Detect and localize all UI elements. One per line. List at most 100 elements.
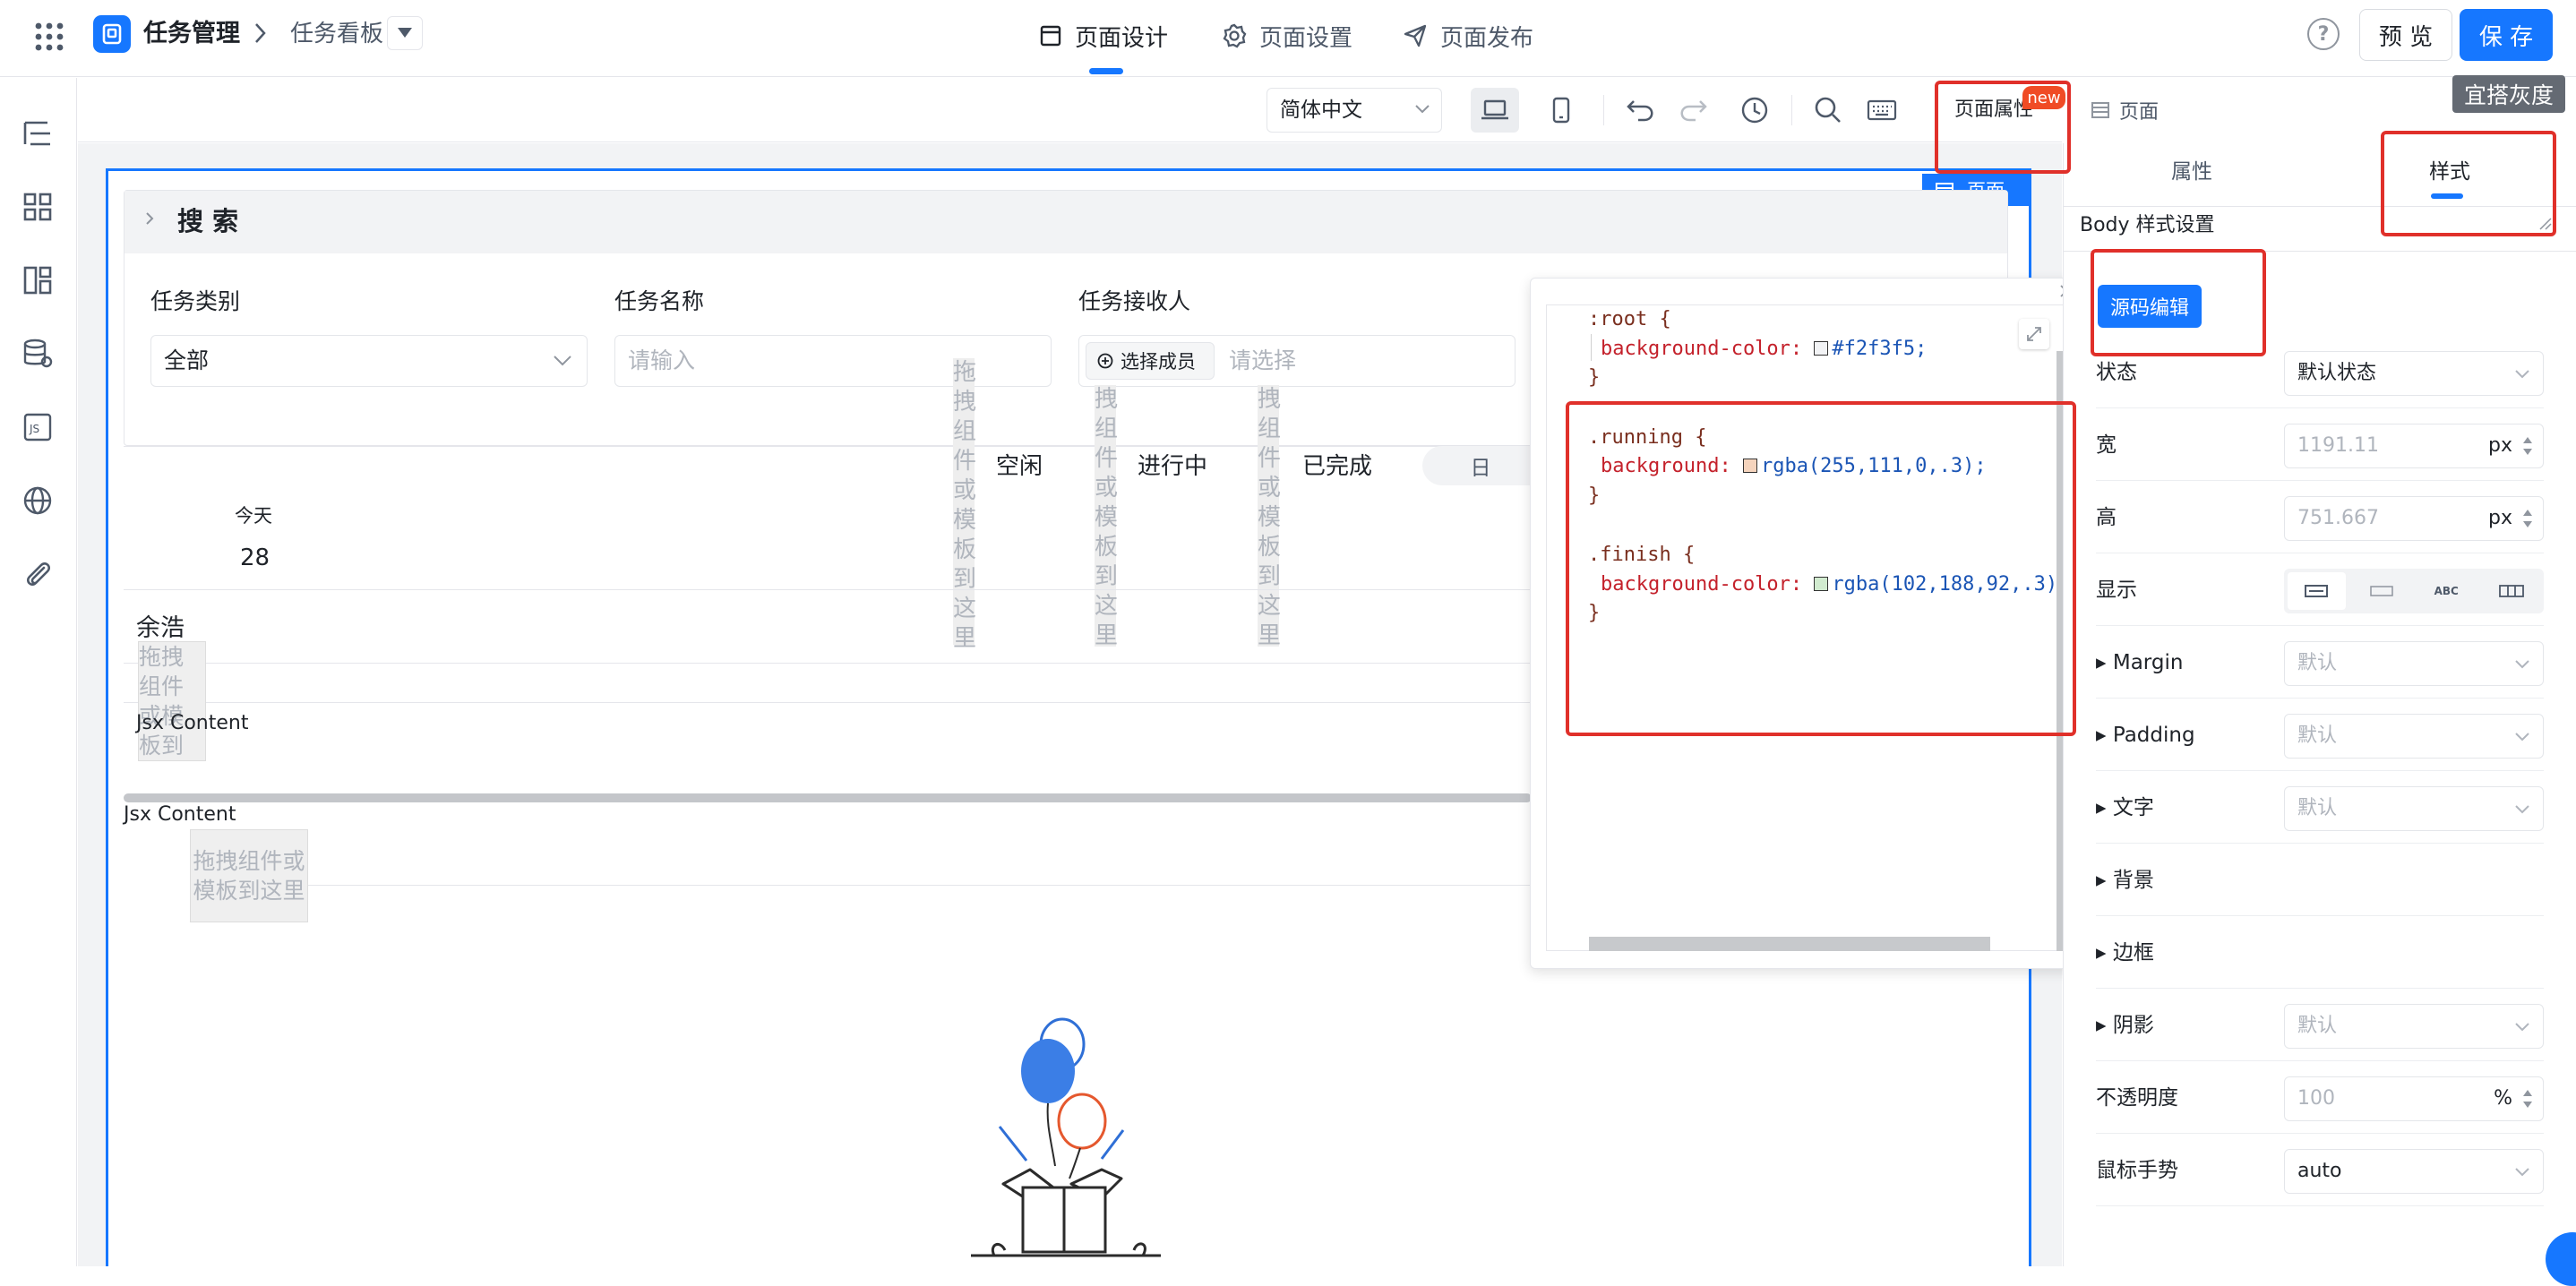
page-layout-icon: [1039, 24, 1062, 47]
tab-properties[interactable]: 属性: [2171, 158, 2212, 186]
style-row-label[interactable]: ▸ 背景: [2096, 844, 2154, 916]
display-option-inline[interactable]: [2353, 572, 2411, 610]
left-sidebar: JS: [0, 78, 77, 1266]
plus-circle-icon: [1097, 353, 1113, 369]
save-button[interactable]: 保 存: [2460, 9, 2553, 61]
style-row-label: 高: [2096, 506, 2117, 529]
tab-page-settings[interactable]: 页面设置: [1222, 16, 1352, 56]
stepper-icon[interactable]: [2521, 1088, 2534, 1110]
help-icon[interactable]: ?: [2307, 18, 2340, 50]
expand-chevron-icon[interactable]: [143, 210, 156, 227]
number-input[interactable]: 1191.11 px: [2284, 424, 2544, 468]
expand-editor-icon[interactable]: [2019, 319, 2049, 349]
outline-tree-icon[interactable]: [20, 116, 56, 151]
display-option-flex[interactable]: [2483, 572, 2541, 610]
breadcrumb-separator-icon: [253, 19, 269, 47]
language-value: 简体中文: [1280, 99, 1362, 122]
style-row-label[interactable]: ▸ 文字: [2096, 772, 2154, 844]
components-grid-icon[interactable]: [20, 189, 56, 225]
app-name[interactable]: 任务管理: [143, 18, 240, 50]
person-name: 余浩: [136, 614, 185, 642]
status-label-running: 进行中: [1138, 453, 1208, 480]
chevron-down-icon: [2514, 1150, 2530, 1179]
mobile-view-button[interactable]: [1537, 88, 1585, 133]
page-switch-dropdown[interactable]: [387, 16, 423, 50]
drop-zone-vertical[interactable]: 拽组件或模板到这里: [1095, 385, 1118, 649]
preview-button[interactable]: 预 览: [2359, 9, 2452, 61]
drop-zone-small[interactable]: 拖拽组件或模板到这里: [138, 641, 206, 761]
row-divider: [308, 885, 1530, 886]
datasource-icon[interactable]: [20, 336, 56, 372]
assignee-placeholder: 请选择: [1229, 347, 1297, 373]
stepper-icon[interactable]: [2521, 435, 2534, 457]
svg-text:JS: JS: [29, 423, 39, 435]
section-divider: [124, 446, 1530, 447]
select-input[interactable]: 默认: [2284, 1004, 2544, 1049]
horizontal-scrollbar[interactable]: [124, 793, 1532, 802]
horizontal-scrollbar[interactable]: [1589, 937, 1990, 951]
drop-zone-box[interactable]: 拖拽组件或模板到这里: [190, 829, 308, 922]
attachment-icon[interactable]: [20, 556, 56, 592]
breadcrumb-page[interactable]: 任务看板: [290, 18, 383, 50]
search-header[interactable]: [125, 191, 2007, 253]
style-row-label: 宽: [2096, 433, 2117, 457]
laptop-icon: [1481, 99, 1508, 120]
filter-label-assignee: 任务接收人: [1078, 288, 1191, 314]
status-label-finished: 已完成: [1302, 453, 1373, 480]
task-name-input[interactable]: 请输入: [614, 335, 1052, 387]
templates-icon[interactable]: [20, 262, 56, 298]
style-row-label: 鼠标手势: [2096, 1159, 2178, 1182]
select-input[interactable]: 默认: [2284, 641, 2544, 686]
chevron-down-icon: [2514, 787, 2530, 816]
style-row: ▸ 文字 默认: [2096, 772, 2544, 844]
search-icon[interactable]: [1809, 91, 1847, 129]
drop-zone-vertical[interactable]: 拖拽组件或模板到这里: [953, 358, 976, 652]
redo-icon[interactable]: [1675, 91, 1713, 129]
style-row: 鼠标手势 auto: [2096, 1135, 2544, 1206]
tab-page-publish[interactable]: 页面发布: [1403, 16, 1533, 56]
globe-icon[interactable]: [20, 483, 56, 519]
number-input[interactable]: 751.667 px: [2284, 496, 2544, 541]
history-icon[interactable]: [1736, 91, 1773, 129]
code-indent-guide: [1591, 334, 1592, 361]
display-option-abc[interactable]: ABC: [2417, 572, 2476, 610]
style-row-label[interactable]: ▸ Padding: [2096, 699, 2195, 771]
chevron-down-icon: [2514, 352, 2530, 381]
tab-page-design[interactable]: 页面设计: [1039, 16, 1168, 56]
app-grid-icon[interactable]: [32, 20, 66, 54]
select-member-button[interactable]: 选择成员: [1086, 342, 1215, 380]
code-line: :root {: [1588, 308, 1671, 330]
language-select[interactable]: 简体中文: [1267, 88, 1442, 133]
style-row: ▸ 阴影 默认: [2096, 990, 2544, 1061]
highlight-style-tab: [2381, 131, 2556, 236]
color-swatch[interactable]: [1814, 340, 1829, 356]
number-input[interactable]: 100%: [2284, 1076, 2544, 1121]
style-row-label[interactable]: ▸ 阴影: [2096, 990, 2154, 1061]
display-option-block[interactable]: [2288, 572, 2346, 610]
toolbar-divider: [1791, 95, 1792, 125]
style-row-label[interactable]: ▸ 边框: [2096, 917, 2154, 989]
stepper-icon[interactable]: [2521, 508, 2534, 529]
chevron-down-icon: [2514, 715, 2530, 743]
day-toggle[interactable]: 日: [1422, 446, 1539, 485]
style-row: ▸ 背景: [2096, 844, 2544, 916]
category-value: 全部: [164, 347, 210, 373]
filter-label-category: 任务类别: [150, 288, 241, 314]
select-member-label: 选择成员: [1121, 351, 1196, 373]
select-input[interactable]: 默认: [2284, 714, 2544, 759]
page-nav-item[interactable]: 页面: [2091, 97, 2159, 124]
toolbar-divider: [1603, 95, 1604, 125]
style-row-label[interactable]: ▸ Margin: [2096, 627, 2183, 699]
select-input[interactable]: 默认状态: [2284, 351, 2544, 396]
desktop-view-button[interactable]: [1471, 88, 1519, 133]
select-input[interactable]: auto: [2284, 1149, 2544, 1194]
keyboard-icon[interactable]: [1863, 91, 1901, 129]
category-select[interactable]: 全部: [150, 335, 588, 387]
highlight-code-block: [1566, 401, 2076, 736]
select-input[interactable]: 默认: [2284, 786, 2544, 831]
drop-zone-vertical[interactable]: 拽组件或模板到这里: [1258, 385, 1281, 649]
row-divider: [124, 589, 1530, 590]
undo-icon[interactable]: [1621, 91, 1659, 129]
jsx-content-label: Jsx Content: [124, 803, 236, 826]
js-code-icon[interactable]: JS: [20, 409, 56, 445]
